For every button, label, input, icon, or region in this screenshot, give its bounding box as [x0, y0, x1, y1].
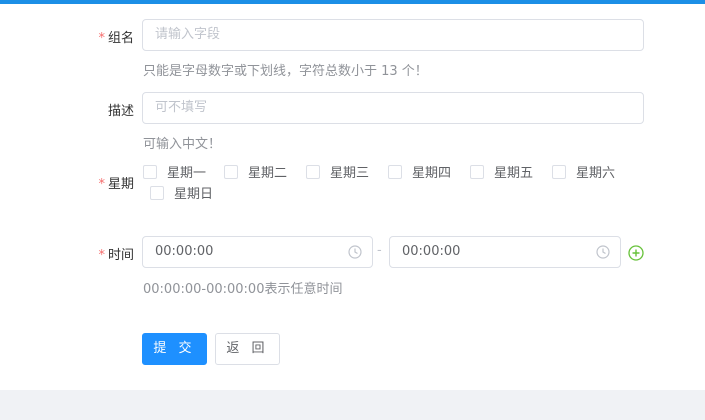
group-name-input[interactable]: 请输入字段 — [142, 19, 644, 51]
checkbox-box[interactable] — [388, 164, 402, 179]
checkbox-box[interactable] — [143, 164, 157, 179]
submit-button[interactable]: 提 交 — [142, 333, 207, 365]
add-time-range-icon[interactable] — [628, 245, 644, 261]
weekday-checkbox-thu[interactable]: 星期四 — [388, 162, 451, 181]
checkbox-label: 星期六 — [576, 166, 616, 181]
start-time-value: 00:00:00 — [155, 244, 214, 259]
checkbox-label: 星期一 — [167, 166, 207, 181]
end-time-value: 00:00:00 — [402, 244, 461, 259]
clock-icon — [596, 245, 610, 259]
start-time-picker[interactable]: 00:00:00 — [142, 236, 373, 268]
time-hint: 00:00:00-00:00:00表示任意时间 — [143, 282, 343, 297]
group-name-placeholder: 请输入字段 — [155, 27, 221, 42]
description-label: 描述 — [88, 100, 134, 119]
weekday-checkbox-sat[interactable]: 星期六 — [552, 162, 615, 181]
weekday-label-text: 星期 — [107, 177, 134, 192]
checkbox-label: 星期日 — [174, 187, 214, 202]
required-mark: * — [98, 177, 105, 192]
weekday-checkbox-wed[interactable]: 星期三 — [306, 162, 369, 181]
weekday-checkbox-fri[interactable]: 星期五 — [470, 162, 533, 181]
time-label-text: 时间 — [107, 248, 134, 263]
checkbox-box[interactable] — [150, 185, 164, 200]
group-name-label-text: 组名 — [107, 31, 134, 46]
description-label-text: 描述 — [107, 104, 134, 119]
clock-icon — [348, 245, 362, 259]
description-hint: 可输入中文！ — [143, 137, 222, 152]
required-mark: * — [98, 248, 105, 263]
weekday-label: * 星期 — [88, 173, 134, 192]
description-input[interactable]: 可不填写 — [142, 92, 644, 124]
checkbox-label: 星期四 — [412, 166, 452, 181]
checkbox-box[interactable] — [470, 164, 484, 179]
back-button[interactable]: 返 回 — [215, 333, 280, 365]
time-range-separator: - — [377, 243, 382, 258]
footer-area — [0, 390, 705, 420]
checkbox-label: 星期三 — [330, 166, 370, 181]
weekday-checkbox-mon[interactable]: 星期一 — [143, 162, 206, 181]
time-label: * 时间 — [88, 244, 134, 263]
top-accent-bar — [0, 0, 705, 4]
checkbox-box[interactable] — [224, 164, 238, 179]
end-time-picker[interactable]: 00:00:00 — [389, 236, 621, 268]
weekday-checkbox-tue[interactable]: 星期二 — [224, 162, 287, 181]
group-name-hint: 只能是字母数字或下划线，字符总数小于 13 个！ — [143, 64, 428, 79]
description-placeholder: 可不填写 — [155, 100, 208, 115]
checkbox-box[interactable] — [306, 164, 320, 179]
group-name-label: * 组名 — [88, 27, 134, 46]
required-mark: * — [98, 31, 105, 46]
checkbox-label: 星期五 — [494, 166, 534, 181]
checkbox-box[interactable] — [552, 164, 566, 179]
checkbox-label: 星期二 — [248, 166, 288, 181]
weekday-checkbox-sun[interactable]: 星期日 — [150, 183, 213, 202]
